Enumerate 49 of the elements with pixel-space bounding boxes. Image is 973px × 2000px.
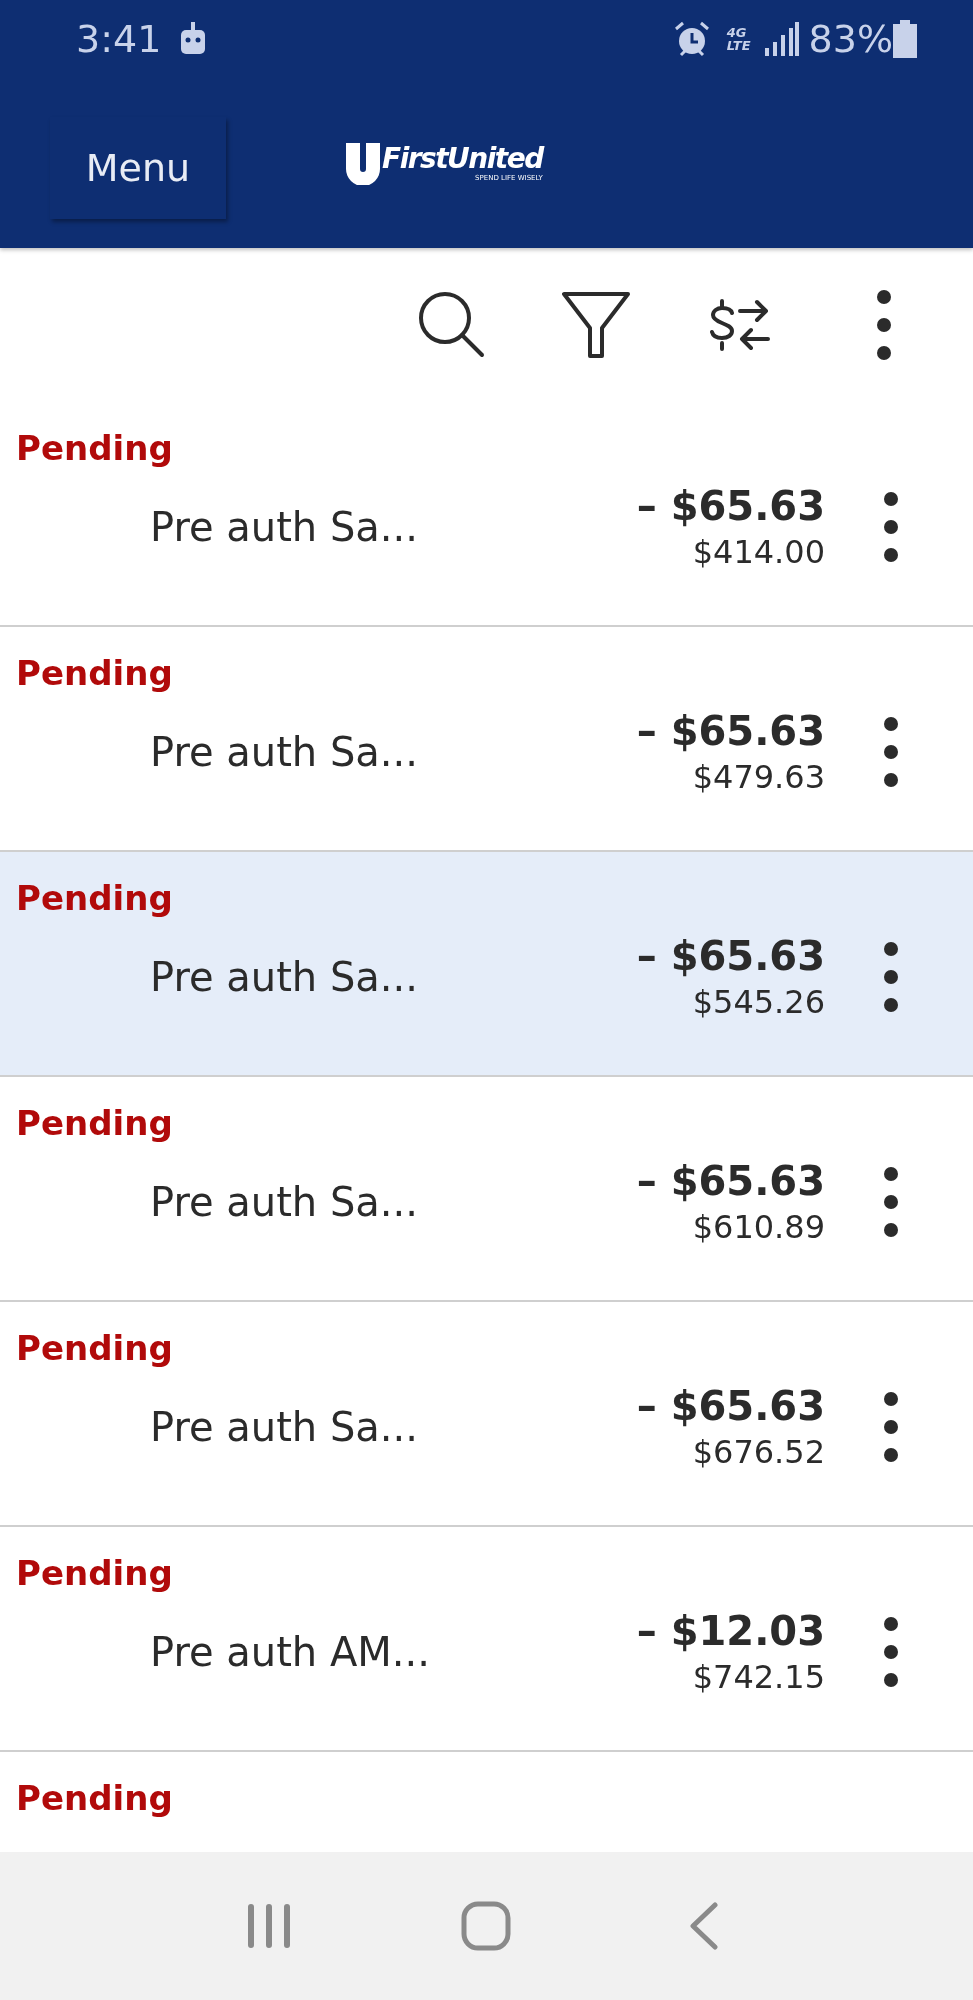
transaction-amount: – $65.63 xyxy=(636,483,825,529)
status-label: Pending xyxy=(16,1103,173,1143)
running-balance: $676.52 xyxy=(692,1433,825,1471)
running-balance: $742.15 xyxy=(692,1658,825,1696)
battery-level: 83% xyxy=(808,17,893,61)
running-balance: $545.26 xyxy=(692,983,825,1021)
home-icon xyxy=(461,1901,512,1951)
search-icon xyxy=(418,291,486,359)
more-icon xyxy=(883,941,899,1013)
transaction-description: Pre auth Sa... xyxy=(150,1179,419,1225)
status-label: Pending xyxy=(16,1778,173,1818)
logo-icon xyxy=(346,141,380,185)
status-label: Pending xyxy=(16,878,173,918)
logo-name: FirstUnited xyxy=(382,144,543,174)
battery-icon xyxy=(893,20,917,58)
transaction-amount: – $65.63 xyxy=(636,708,825,754)
transaction-amount: – $65.63 xyxy=(636,933,825,979)
more-icon xyxy=(883,1166,899,1238)
transaction-description: Pre auth Sa... xyxy=(150,1404,419,1450)
more-icon xyxy=(876,289,892,361)
more-icon xyxy=(883,491,899,563)
transaction-description: Pre auth AM... xyxy=(150,1629,431,1675)
transaction-description: Pre auth Sa... xyxy=(150,504,419,550)
status-label: Pending xyxy=(16,428,173,468)
running-balance: $479.63 xyxy=(692,758,825,796)
more-icon xyxy=(883,716,899,788)
back-icon xyxy=(689,1902,720,1950)
more-icon xyxy=(883,1616,899,1688)
more-icon xyxy=(883,1391,899,1463)
status-label: Pending xyxy=(16,1553,173,1593)
status-label: Pending xyxy=(16,653,173,693)
running-balance: $414.00 xyxy=(692,533,825,571)
filter-icon xyxy=(562,292,630,358)
transaction-amount: – $65.63 xyxy=(636,1383,825,1429)
dollar-swap-icon xyxy=(710,299,770,351)
status-time: 3:41 xyxy=(76,17,162,61)
signal-icon xyxy=(764,22,799,56)
network-type: 4G LTE xyxy=(726,26,751,52)
transaction-description: Pre auth Sa... xyxy=(150,954,419,1000)
status-label: Pending xyxy=(16,1328,173,1368)
transaction-description: Pre auth Sa... xyxy=(150,729,419,775)
recent-apps-icon xyxy=(246,1903,291,1949)
transaction-row[interactable]: Pending Pre auth Sa... – $65.63 $545.26 xyxy=(0,852,973,1077)
transaction-amount: – $12.03 xyxy=(636,1608,825,1654)
menu-button[interactable]: Menu xyxy=(50,117,226,219)
transaction-amount: – $65.63 xyxy=(636,1158,825,1204)
robot-icon xyxy=(179,22,208,56)
alarm-icon xyxy=(672,21,711,57)
running-balance: $610.89 xyxy=(692,1208,825,1246)
